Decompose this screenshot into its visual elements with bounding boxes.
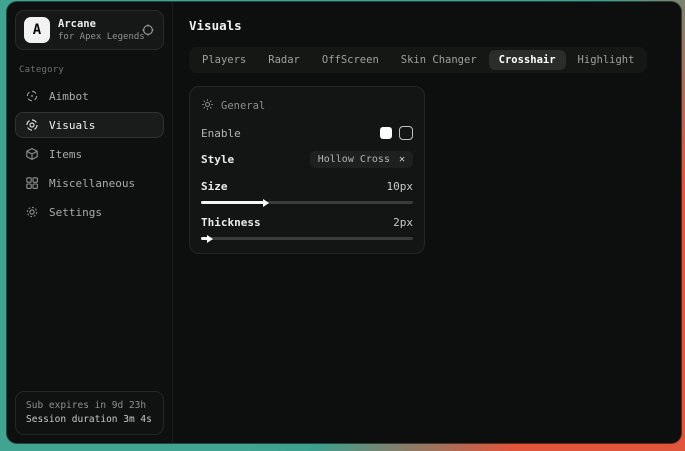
- thickness-value: 2px: [393, 216, 413, 229]
- tab-players[interactable]: Players: [192, 50, 256, 70]
- thickness-slider-thumb[interactable]: [207, 235, 213, 243]
- clear-icon[interactable]: ✕: [399, 155, 405, 165]
- size-slider-fill: [201, 201, 265, 204]
- tab-skin-changer[interactable]: Skin Changer: [391, 50, 487, 70]
- thickness-row: Thickness 2px: [201, 216, 413, 229]
- sub-expires-text: Sub expires in 9d 23h: [26, 399, 153, 413]
- grid-icon: [25, 176, 39, 190]
- main-content: Visuals Players Radar OffScreen Skin Cha…: [173, 2, 681, 443]
- subscription-card: Sub expires in 9d 23h Session duration 3…: [15, 391, 164, 435]
- page-title: Visuals: [189, 18, 665, 33]
- sidebar-item-label: Settings: [49, 206, 102, 219]
- sidebar-item-settings[interactable]: Settings: [15, 199, 164, 225]
- enable-checkbox[interactable]: [380, 127, 392, 139]
- thickness-label: Thickness: [201, 216, 261, 229]
- category-label: Category: [19, 65, 160, 75]
- brand-name: Arcane: [58, 18, 133, 31]
- sidebar-item-label: Miscellaneous: [49, 177, 135, 190]
- sidebar-item-label: Aimbot: [49, 90, 89, 103]
- package-icon: [25, 147, 39, 161]
- brand-meta: Arcane for Apex Legends: [58, 18, 133, 43]
- sidebar-item-aimbot[interactable]: Aimbot: [15, 83, 164, 109]
- tab-highlight[interactable]: Highlight: [568, 50, 645, 70]
- sidebar-nav: Aimbot Visuals Items Miscellaneous Setti…: [15, 83, 164, 225]
- size-slider-thumb[interactable]: [263, 199, 269, 207]
- general-panel: General Enable Style Hollow Cross ✕ Size…: [189, 86, 425, 254]
- enable-row: Enable: [201, 126, 413, 140]
- size-slider[interactable]: [201, 201, 413, 204]
- size-row: Size 10px: [201, 180, 413, 193]
- panel-header: General: [201, 98, 413, 114]
- target-icon: [141, 23, 155, 37]
- brand-logo: A: [24, 17, 50, 43]
- thickness-slider[interactable]: [201, 237, 413, 240]
- enable-controls: [380, 126, 413, 140]
- style-select-value: Hollow Cross: [318, 154, 390, 165]
- tab-radar[interactable]: Radar: [258, 50, 310, 70]
- sun-icon: [201, 98, 214, 114]
- eye-focus-icon: [25, 118, 39, 132]
- tab-crosshair[interactable]: Crosshair: [489, 50, 566, 70]
- style-row: Style Hollow Cross ✕: [201, 151, 413, 168]
- crosshair-icon: [25, 89, 39, 103]
- sidebar-item-visuals[interactable]: Visuals: [15, 112, 164, 138]
- tab-bar: Players Radar OffScreen Skin Changer Cro…: [189, 47, 647, 73]
- style-label: Style: [201, 153, 234, 166]
- sidebar-item-miscellaneous[interactable]: Miscellaneous: [15, 170, 164, 196]
- sidebar: A Arcane for Apex Legends Category Aimbo…: [7, 2, 173, 443]
- color-swatch[interactable]: [399, 126, 413, 140]
- tab-offscreen[interactable]: OffScreen: [312, 50, 389, 70]
- app-window: A Arcane for Apex Legends Category Aimbo…: [7, 2, 681, 443]
- brand-subtitle: for Apex Legends: [58, 31, 133, 43]
- style-select[interactable]: Hollow Cross ✕: [310, 151, 413, 168]
- size-label: Size: [201, 180, 228, 193]
- sidebar-item-items[interactable]: Items: [15, 141, 164, 167]
- sidebar-item-label: Items: [49, 148, 82, 161]
- brand-card: A Arcane for Apex Legends: [15, 10, 164, 50]
- session-duration-text: Session duration 3m 4s: [26, 413, 153, 427]
- panel-title: General: [221, 100, 265, 112]
- size-value: 10px: [387, 180, 414, 193]
- sidebar-item-label: Visuals: [49, 119, 95, 132]
- gear-icon: [25, 205, 39, 219]
- enable-label: Enable: [201, 127, 241, 140]
